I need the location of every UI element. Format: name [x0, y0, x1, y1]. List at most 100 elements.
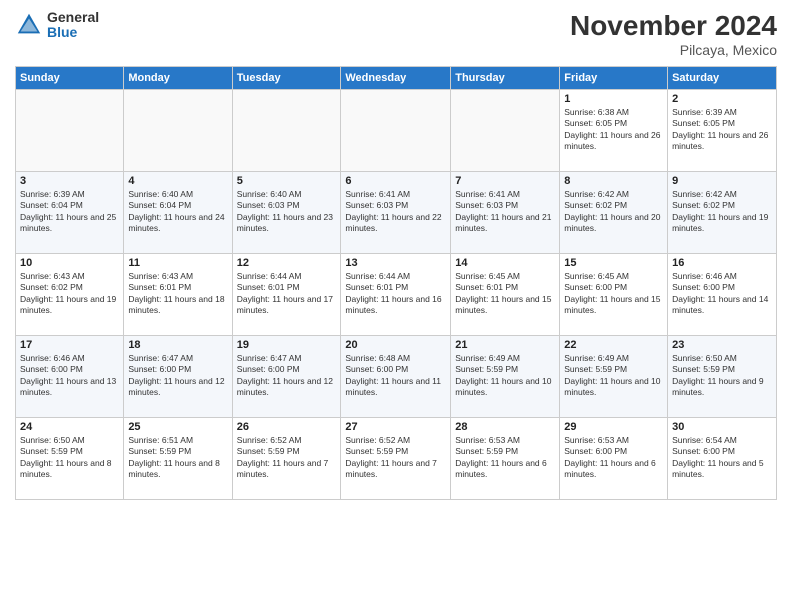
cell-text: Sunrise: 6:43 AMSunset: 6:01 PMDaylight:… [128, 271, 227, 317]
day-number: 19 [237, 339, 337, 351]
calendar-cell: 1 Sunrise: 6:38 AMSunset: 6:05 PMDaylight… [560, 90, 668, 172]
cell-text: Sunrise: 6:42 AMSunset: 6:02 PMDaylight:… [564, 189, 663, 235]
calendar-cell [232, 90, 341, 172]
calendar-week-row: 1 Sunrise: 6:38 AMSunset: 6:05 PMDaylight… [16, 90, 777, 172]
cell-text: Sunrise: 6:48 AMSunset: 6:00 PMDaylight:… [345, 353, 446, 399]
calendar-cell: 12Sunrise: 6:44 AMSunset: 6:01 PMDayligh… [232, 254, 341, 336]
day-number: 8 [564, 175, 663, 187]
calendar-cell: 29 Sunrise: 6:53 AMSunset: 6:00 PMDayligh… [560, 418, 668, 500]
calendar-cell: 17 Sunrise: 6:46 AMSunset: 6:00 PMDayligh… [16, 336, 124, 418]
calendar-cell: 28Sunrise: 6:53 AMSunset: 5:59 PMDayligh… [451, 418, 560, 500]
header: General Blue November 2024 Pilcaya, Mexi… [15, 10, 777, 58]
day-number: 1 [564, 93, 663, 105]
cell-text: Sunrise: 6:54 AMSunset: 6:00 PMDaylight:… [672, 435, 772, 481]
cell-text: Sunrise: 6:49 AMSunset: 5:59 PMDaylight:… [455, 353, 555, 399]
day-number: 15 [564, 257, 663, 269]
calendar-cell: 2 Sunrise: 6:39 AMSunset: 6:05 PMDaylight… [668, 90, 777, 172]
calendar-cell: 15 Sunrise: 6:45 AMSunset: 6:00 PMDayligh… [560, 254, 668, 336]
weekday-header: Monday [124, 67, 232, 90]
calendar-week-row: 24Sunrise: 6:50 AMSunset: 5:59 PMDayligh… [16, 418, 777, 500]
weekday-header: Sunday [16, 67, 124, 90]
day-number: 22 [564, 339, 663, 351]
day-number: 5 [237, 175, 337, 187]
day-number: 18 [128, 339, 227, 351]
day-number: 24 [20, 421, 119, 433]
calendar-week-row: 10 Sunrise: 6:43 AMSunset: 6:02 PMDayligh… [16, 254, 777, 336]
calendar-cell: 10 Sunrise: 6:43 AMSunset: 6:02 PMDayligh… [16, 254, 124, 336]
cell-text: Sunrise: 6:47 AMSunset: 6:00 PMDaylight:… [237, 353, 337, 399]
cell-text: Sunrise: 6:45 AMSunset: 6:00 PMDaylight:… [564, 271, 663, 317]
cell-text: Sunrise: 6:44 AMSunset: 6:01 PMDaylight:… [237, 271, 337, 317]
cell-text: Sunrise: 6:49 AMSunset: 5:59 PMDaylight:… [564, 353, 663, 399]
calendar-week-row: 3 Sunrise: 6:39 AMSunset: 6:04 PMDaylight… [16, 172, 777, 254]
day-number: 27 [345, 421, 446, 433]
day-number: 9 [672, 175, 772, 187]
calendar-cell [451, 90, 560, 172]
weekday-header: Friday [560, 67, 668, 90]
cell-text: Sunrise: 6:39 AMSunset: 6:05 PMDaylight:… [672, 107, 772, 153]
calendar-cell: 16Sunrise: 6:46 AMSunset: 6:00 PMDayligh… [668, 254, 777, 336]
day-number: 28 [455, 421, 555, 433]
calendar-header-row: SundayMondayTuesdayWednesdayThursdayFrid… [16, 67, 777, 90]
cell-text: Sunrise: 6:40 AMSunset: 6:04 PMDaylight:… [128, 189, 227, 235]
cell-text: Sunrise: 6:42 AMSunset: 6:02 PMDaylight:… [672, 189, 772, 235]
cell-text: Sunrise: 6:41 AMSunset: 6:03 PMDaylight:… [455, 189, 555, 235]
calendar-week-row: 17 Sunrise: 6:46 AMSunset: 6:00 PMDayligh… [16, 336, 777, 418]
day-number: 14 [455, 257, 555, 269]
day-number: 7 [455, 175, 555, 187]
location: Pilcaya, Mexico [570, 42, 777, 58]
day-number: 23 [672, 339, 772, 351]
calendar-cell: 19 Sunrise: 6:47 AMSunset: 6:00 PMDayligh… [232, 336, 341, 418]
cell-text: Sunrise: 6:46 AMSunset: 6:00 PMDaylight:… [20, 353, 119, 399]
day-number: 29 [564, 421, 663, 433]
cell-text: Sunrise: 6:41 AMSunset: 6:03 PMDaylight:… [345, 189, 446, 235]
cell-text: Sunrise: 6:52 AMSunset: 5:59 PMDaylight:… [237, 435, 337, 481]
day-number: 11 [128, 257, 227, 269]
calendar-cell: 4 Sunrise: 6:40 AMSunset: 6:04 PMDaylight… [124, 172, 232, 254]
calendar-cell [124, 90, 232, 172]
calendar-table: SundayMondayTuesdayWednesdayThursdayFrid… [15, 66, 777, 500]
calendar-cell: 26Sunrise: 6:52 AMSunset: 5:59 PMDayligh… [232, 418, 341, 500]
cell-text: Sunrise: 6:53 AMSunset: 6:00 PMDaylight:… [564, 435, 663, 481]
logo-general-text: General [47, 10, 99, 25]
title-block: November 2024 Pilcaya, Mexico [570, 10, 777, 58]
day-number: 2 [672, 93, 772, 105]
calendar-cell: 25Sunrise: 6:51 AMSunset: 5:59 PMDayligh… [124, 418, 232, 500]
weekday-header: Saturday [668, 67, 777, 90]
calendar-cell: 22 Sunrise: 6:49 AMSunset: 5:59 PMDayligh… [560, 336, 668, 418]
calendar-cell: 8 Sunrise: 6:42 AMSunset: 6:02 PMDaylight… [560, 172, 668, 254]
calendar-cell: 11 Sunrise: 6:43 AMSunset: 6:01 PMDayligh… [124, 254, 232, 336]
cell-text: Sunrise: 6:43 AMSunset: 6:02 PMDaylight:… [20, 271, 119, 317]
calendar-cell: 30 Sunrise: 6:54 AMSunset: 6:00 PMDayligh… [668, 418, 777, 500]
calendar-cell: 21Sunrise: 6:49 AMSunset: 5:59 PMDayligh… [451, 336, 560, 418]
month-title: November 2024 [570, 10, 777, 42]
day-number: 10 [20, 257, 119, 269]
day-number: 4 [128, 175, 227, 187]
calendar-cell [341, 90, 451, 172]
calendar-cell: 24Sunrise: 6:50 AMSunset: 5:59 PMDayligh… [16, 418, 124, 500]
day-number: 16 [672, 257, 772, 269]
cell-text: Sunrise: 6:40 AMSunset: 6:03 PMDaylight:… [237, 189, 337, 235]
logo-text: General Blue [47, 10, 99, 41]
day-number: 30 [672, 421, 772, 433]
calendar-cell: 23Sunrise: 6:50 AMSunset: 5:59 PMDayligh… [668, 336, 777, 418]
weekday-header: Wednesday [341, 67, 451, 90]
day-number: 17 [20, 339, 119, 351]
calendar-cell: 20 Sunrise: 6:48 AMSunset: 6:00 PMDayligh… [341, 336, 451, 418]
cell-text: Sunrise: 6:38 AMSunset: 6:05 PMDaylight:… [564, 107, 663, 153]
day-number: 3 [20, 175, 119, 187]
day-number: 20 [345, 339, 446, 351]
logo: General Blue [15, 10, 99, 41]
cell-text: Sunrise: 6:52 AMSunset: 5:59 PMDaylight:… [345, 435, 446, 481]
cell-text: Sunrise: 6:47 AMSunset: 6:00 PMDaylight:… [128, 353, 227, 399]
cell-text: Sunrise: 6:39 AMSunset: 6:04 PMDaylight:… [20, 189, 119, 235]
day-number: 6 [345, 175, 446, 187]
weekday-header: Tuesday [232, 67, 341, 90]
logo-blue-text: Blue [47, 25, 99, 40]
calendar-cell: 7 Sunrise: 6:41 AMSunset: 6:03 PMDaylight… [451, 172, 560, 254]
calendar-cell: 27 Sunrise: 6:52 AMSunset: 5:59 PMDayligh… [341, 418, 451, 500]
calendar-cell: 9 Sunrise: 6:42 AMSunset: 6:02 PMDaylight… [668, 172, 777, 254]
calendar-cell: 14Sunrise: 6:45 AMSunset: 6:01 PMDayligh… [451, 254, 560, 336]
cell-text: Sunrise: 6:44 AMSunset: 6:01 PMDaylight:… [345, 271, 446, 317]
day-number: 25 [128, 421, 227, 433]
